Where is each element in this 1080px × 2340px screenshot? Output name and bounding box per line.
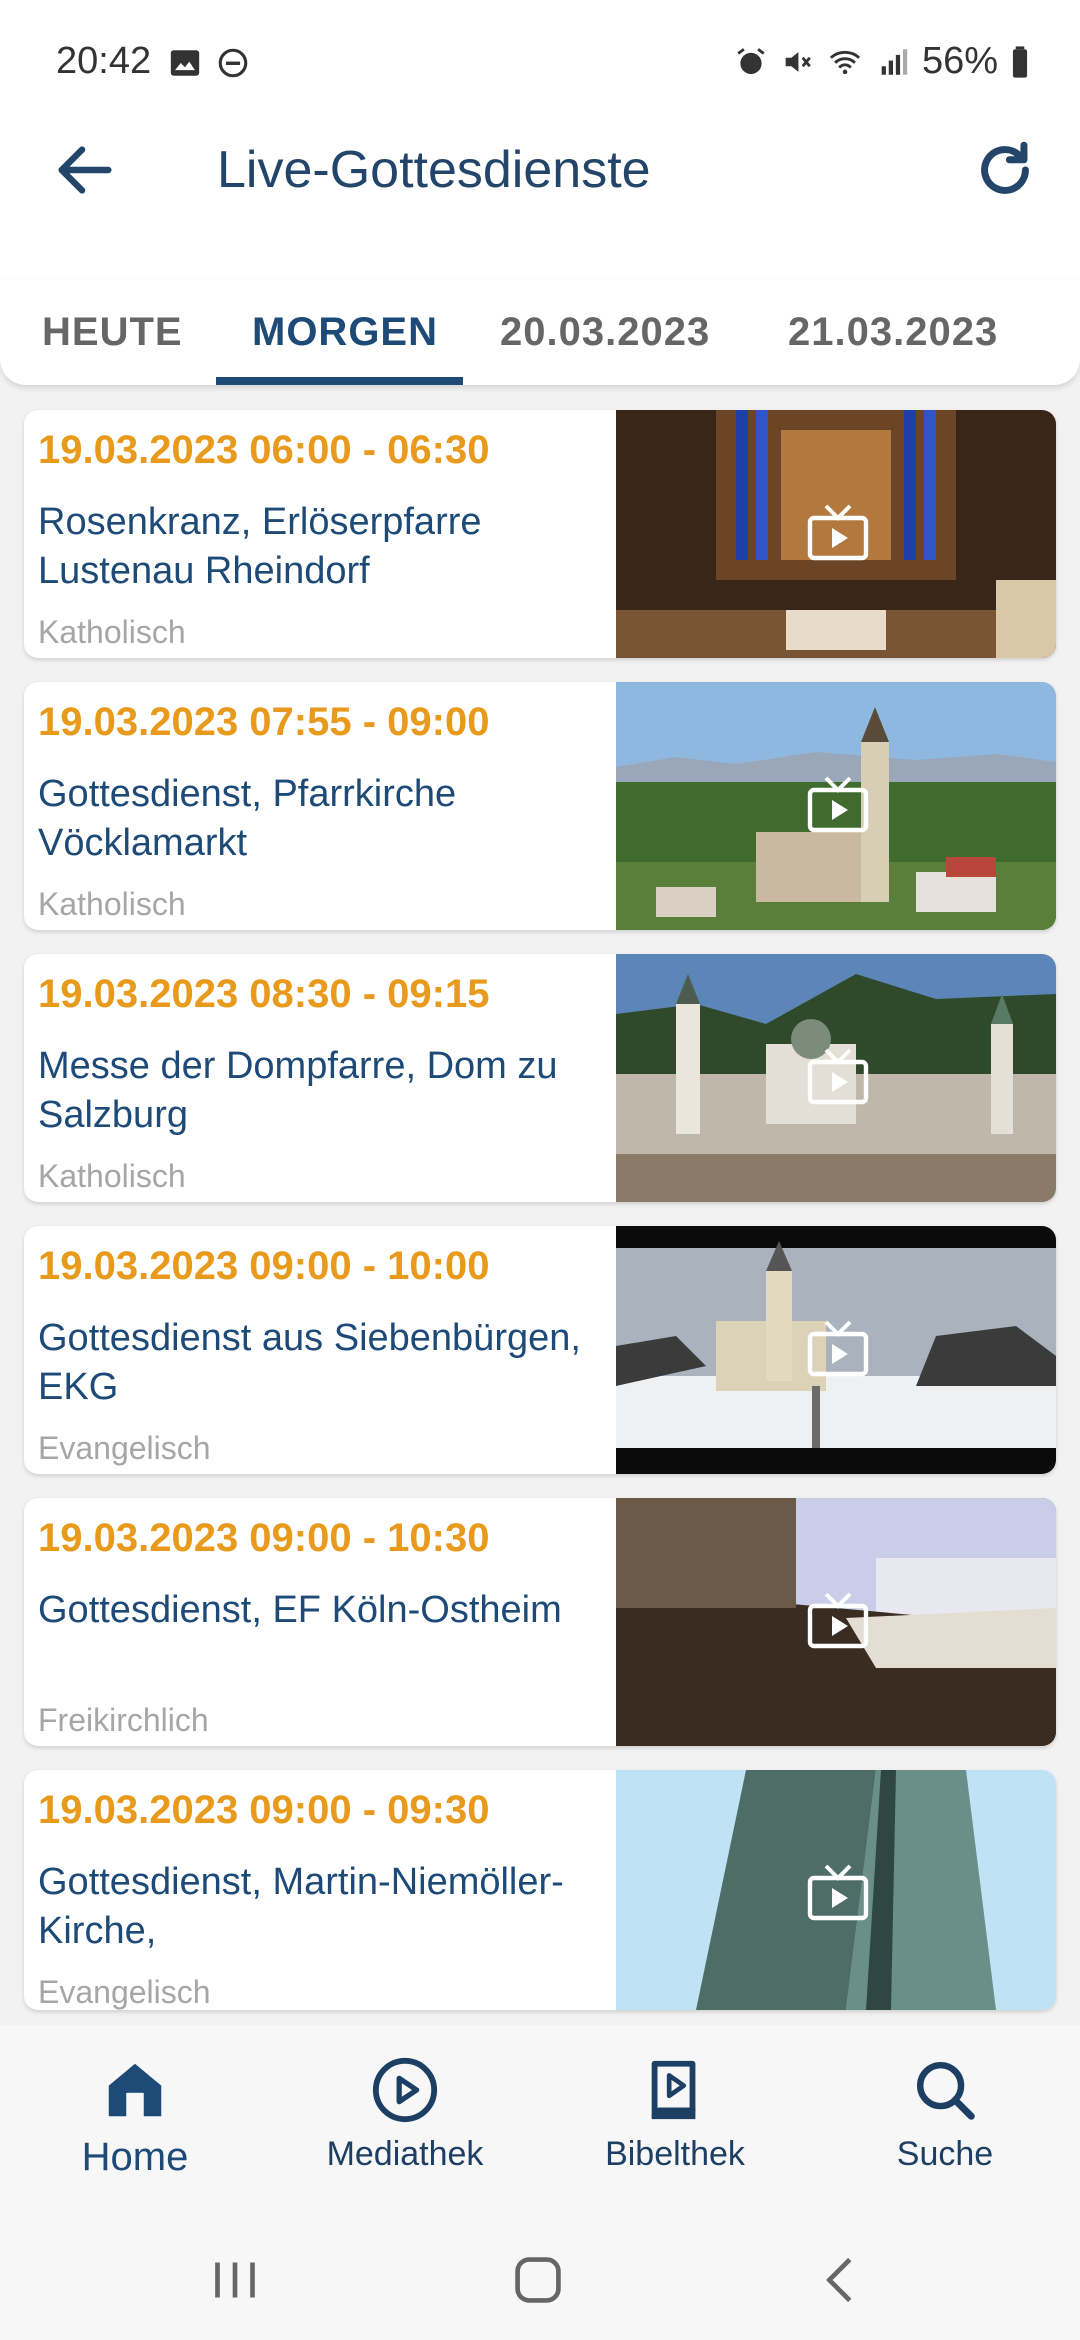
item-time: 19.03.2023 09:00 - 10:00	[38, 1244, 490, 1288]
battery-percent: 56%	[921, 40, 998, 82]
alarm-icon	[737, 47, 765, 74]
date-tabs: HEUTE MORGEN 20.03.2023 21.03.2023	[0, 280, 1080, 385]
list-item[interactable]: 19.03.2023 09:00 - 09:30 Gottesdienst, M…	[24, 1770, 1056, 2010]
page-title: Live-Gottesdienste	[217, 141, 651, 199]
nav-bibelthek[interactable]: Bibelthek	[545, 2055, 805, 2174]
tv-play-icon	[807, 1320, 869, 1377]
item-thumbnail[interactable]	[616, 682, 1056, 930]
tv-play-icon	[807, 1592, 869, 1649]
tv-play-icon	[807, 1048, 869, 1105]
active-tab-indicator	[216, 377, 463, 385]
system-navigation	[0, 2215, 1080, 2340]
recent-apps-button[interactable]	[200, 2245, 270, 2315]
home-square-icon	[515, 2257, 561, 2303]
item-time: 19.03.2023 09:00 - 09:30	[38, 1788, 490, 1832]
list-item[interactable]: 19.03.2023 06:00 - 06:30 Rosenkranz, Erl…	[24, 410, 1056, 658]
nav-bibelthek-label: Bibelthek	[605, 2135, 745, 2173]
back-button[interactable]	[50, 135, 120, 205]
item-thumbnail[interactable]	[616, 954, 1056, 1202]
battery-icon	[1012, 45, 1028, 78]
nav-home[interactable]: Home	[5, 2055, 265, 2180]
image-icon	[170, 50, 200, 76]
refresh-icon	[981, 141, 1029, 194]
refresh-button[interactable]	[970, 135, 1040, 205]
item-title: Gottesdienst, Martin-Niemöller-Kirche,	[38, 1861, 564, 1952]
tab-heute[interactable]: HEUTE	[42, 280, 183, 385]
item-title: Rosenkranz, Erlöserpfarre Lustenau Rhein…	[38, 501, 482, 592]
mute-icon	[785, 51, 811, 72]
nav-home-label: Home	[81, 2135, 189, 2179]
tv-play-icon	[807, 1864, 869, 1921]
tab-morgen[interactable]: MORGEN	[252, 280, 438, 385]
system-back-button[interactable]	[806, 2245, 876, 2315]
list-item[interactable]: 19.03.2023 08:30 - 09:15 Messe der Dompf…	[24, 954, 1056, 1202]
item-category: Katholisch	[38, 886, 186, 922]
tv-play-icon	[807, 776, 869, 833]
dnd-icon	[218, 48, 248, 78]
item-thumbnail[interactable]	[616, 1226, 1056, 1474]
home-icon	[108, 2063, 162, 2117]
home-button[interactable]	[503, 2245, 573, 2315]
item-category: Evangelisch	[38, 1430, 211, 1466]
nav-suche[interactable]: Suche	[815, 2055, 1075, 2174]
status-bar: 20:42 56%	[0, 0, 1080, 130]
nav-suche-label: Suche	[896, 2135, 994, 2173]
tv-play-icon	[807, 504, 869, 561]
item-category: Freikirchlich	[38, 1702, 209, 1738]
wifi-icon	[829, 50, 861, 74]
item-title: Gottesdienst, Pfarrkirche Vöcklamarkt	[38, 773, 457, 864]
signal-icon	[881, 48, 908, 75]
bible-icon	[651, 2060, 696, 2120]
item-time: 19.03.2023 06:00 - 06:30	[38, 428, 490, 472]
item-title: Gottesdienst, EF Köln-Ostheim	[38, 1589, 562, 1631]
item-thumbnail[interactable]	[616, 1498, 1056, 1746]
list-item[interactable]: 19.03.2023 09:00 - 10:30 Gottesdienst, E…	[24, 1498, 1056, 1746]
item-category: Katholisch	[38, 1158, 186, 1194]
search-icon	[917, 2062, 975, 2120]
nav-mediathek-label: Mediathek	[326, 2135, 484, 2173]
tab-2023-03-20[interactable]: 20.03.2023	[500, 280, 710, 385]
item-category: Katholisch	[38, 614, 186, 650]
item-title: Messe der Dompfarre, Dom zu Salzburg	[38, 1045, 558, 1136]
item-time: 19.03.2023 07:55 - 09:00	[38, 700, 490, 744]
status-time: 20:42	[56, 40, 152, 82]
item-thumbnail[interactable]	[616, 1770, 1056, 2010]
list-item[interactable]: 19.03.2023 09:00 - 10:00 Gottesdienst au…	[24, 1226, 1056, 1474]
list-item[interactable]: 19.03.2023 07:55 - 09:00 Gottesdienst, P…	[24, 682, 1056, 930]
item-thumbnail[interactable]	[616, 410, 1056, 658]
chevron-left-icon	[826, 2257, 852, 2303]
item-title: Gottesdienst aus Siebenbürgen, EKG	[38, 1317, 581, 1408]
tab-2023-03-21[interactable]: 21.03.2023	[788, 280, 998, 385]
item-time: 19.03.2023 08:30 - 09:15	[38, 972, 490, 1016]
item-time: 19.03.2023 09:00 - 10:30	[38, 1516, 490, 1560]
recent-apps-icon	[215, 2262, 255, 2298]
nav-mediathek[interactable]: Mediathek	[275, 2055, 535, 2174]
arrow-left-icon	[58, 146, 112, 194]
play-circle-icon	[372, 2057, 438, 2123]
bottom-navigation: Home Mediathek Bibelthek Suche	[0, 2025, 1080, 2215]
item-category: Evangelisch	[38, 1974, 211, 2010]
